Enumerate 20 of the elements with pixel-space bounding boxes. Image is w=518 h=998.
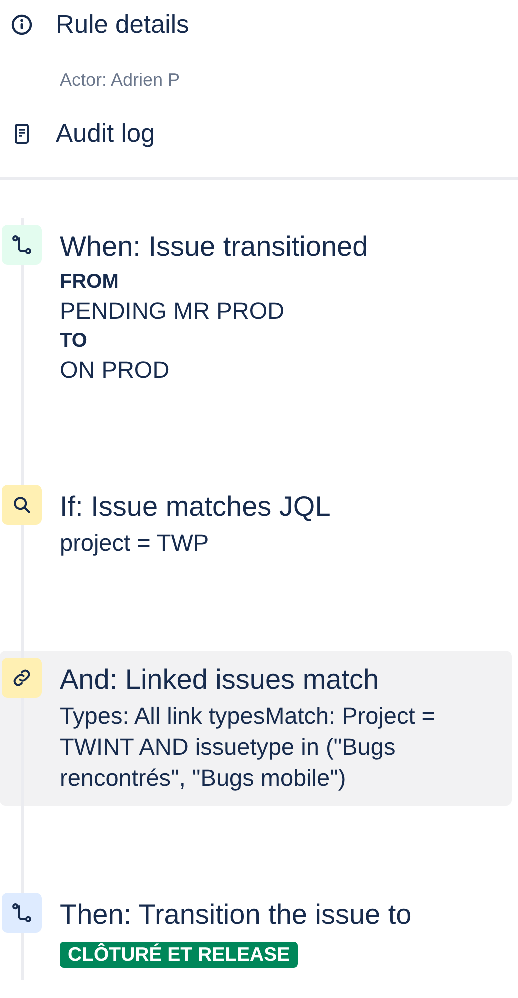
field-label: FROM [60,270,120,295]
step-title: If: Issue matches JQL [60,490,331,524]
menu-item[interactable]: Rule details [56,10,190,40]
field-value: PENDING MR PROD [60,297,286,326]
status-lozenge: CLÔTURÉ ET RELEASE [60,942,298,968]
rule-step[interactable]: And: Linked issues match Types: All link typesMatch: Project = TWINT AND issuetype in ("Bugs rencontrés", "Bugs mobile") [0,651,512,806]
field-label: TO [60,329,88,354]
step-title: When: Issue transitioned [60,230,368,264]
field-value: Types: All link typesMatch: Project = TWINT AND issuetype in ("Bugs rencontrés", "Bugs mobile") [60,702,437,793]
actor-text: Actor: Adrien P [59,69,182,92]
link-icon [11,667,33,689]
menu-item[interactable]: Audit log [56,120,156,148]
step-title: And: Linked issues match [60,663,380,697]
field-value: ON PROD [60,356,171,385]
transition-icon [11,902,33,924]
search-icon [11,494,33,516]
step-title: Then: Transition the issue to [60,898,412,932]
info-icon [10,13,34,37]
field-value: project = TWP [60,529,210,558]
transition-icon [11,234,33,256]
